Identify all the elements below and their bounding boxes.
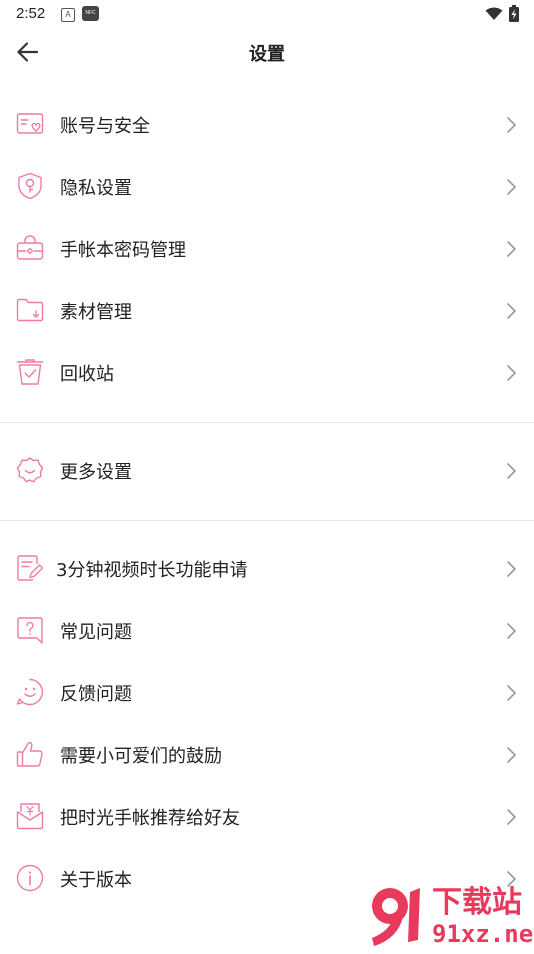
chevron-right-icon — [507, 809, 516, 825]
trash-bin-icon — [16, 359, 44, 385]
settings-item-notebook-password[interactable]: 手帐本密码管理 — [0, 218, 534, 280]
settings-item-feedback[interactable]: 反馈问题 — [0, 662, 534, 724]
chevron-right-icon — [507, 303, 516, 319]
settings-item-label: 更多设置 — [60, 462, 132, 483]
settings-item-privacy[interactable]: 隐私设置 — [0, 156, 534, 218]
status-nfc-icon: NFC — [82, 6, 99, 21]
chevron-right-icon — [507, 117, 516, 133]
chevron-right-icon — [507, 179, 516, 195]
smile-icon — [16, 678, 44, 706]
question-bubble-icon — [17, 617, 43, 644]
header: 设置 — [0, 28, 534, 76]
chevron-right-icon — [507, 463, 516, 479]
section-divider — [0, 422, 534, 423]
settings-item-label: 素材管理 — [60, 302, 132, 323]
settings-item-label: 需要小可爱们的鼓励 — [60, 746, 222, 767]
settings-item-label: 常见问题 — [60, 622, 132, 643]
settings-item-label: 手帐本密码管理 — [60, 240, 186, 261]
edit-document-icon — [17, 555, 44, 581]
chevron-right-icon — [507, 365, 516, 381]
settings-item-label: 隐私设置 — [60, 178, 132, 199]
settings-item-materials[interactable]: 素材管理 — [0, 280, 534, 342]
info-icon — [16, 864, 44, 892]
page-title: 设置 — [249, 44, 285, 65]
chevron-right-icon — [507, 623, 516, 639]
settings-item-faq[interactable]: 常见问题 — [0, 600, 534, 662]
watermark-title: 下载站 — [432, 885, 522, 920]
watermark-91-icon: 下载站 91xz.net — [372, 885, 534, 948]
section-divider — [0, 520, 534, 521]
watermark-logo: 下载站 91xz.net — [360, 882, 534, 950]
settings-item-label: 把时光手帐推荐给好友 — [60, 808, 240, 829]
chevron-right-icon — [507, 241, 516, 257]
chevron-right-icon — [507, 747, 516, 763]
share-gift-icon — [16, 803, 44, 830]
account-card-icon — [16, 113, 44, 134]
settings-item-label: 反馈问题 — [60, 684, 132, 705]
settings-item-encourage[interactable]: 需要小可爱们的鼓励 — [0, 724, 534, 786]
settings-item-label: 回收站 — [60, 364, 114, 385]
thumbs-up-icon — [16, 741, 43, 767]
settings-item-more-settings[interactable]: 更多设置 — [0, 440, 534, 502]
status-a-icon: A — [61, 8, 75, 22]
chevron-right-icon — [507, 561, 516, 577]
lock-bag-icon — [16, 235, 44, 260]
wifi-icon — [485, 7, 503, 20]
chevron-right-icon — [507, 685, 516, 701]
battery-icon — [509, 5, 519, 22]
settings-item-label: 3分钟视频时长功能申请 — [56, 560, 248, 581]
settings-item-account-security[interactable]: 账号与安全 — [0, 94, 534, 156]
watermark-url: 91xz.net — [432, 920, 534, 948]
status-time: 2:52 — [16, 5, 46, 22]
settings-item-video-duration-apply[interactable]: 3分钟视频时长功能申请 — [0, 538, 534, 600]
folder-icon — [16, 298, 44, 322]
settings-item-recommend[interactable]: 把时光手帐推荐给好友 — [0, 786, 534, 848]
status-bar: 2:52 A NFC — [0, 0, 534, 28]
settings-item-label: 账号与安全 — [60, 116, 150, 137]
gear-icon — [16, 457, 44, 483]
privacy-shield-icon — [18, 172, 42, 200]
settings-item-recycle-bin[interactable]: 回收站 — [0, 342, 534, 404]
settings-item-label: 关于版本 — [60, 870, 132, 891]
